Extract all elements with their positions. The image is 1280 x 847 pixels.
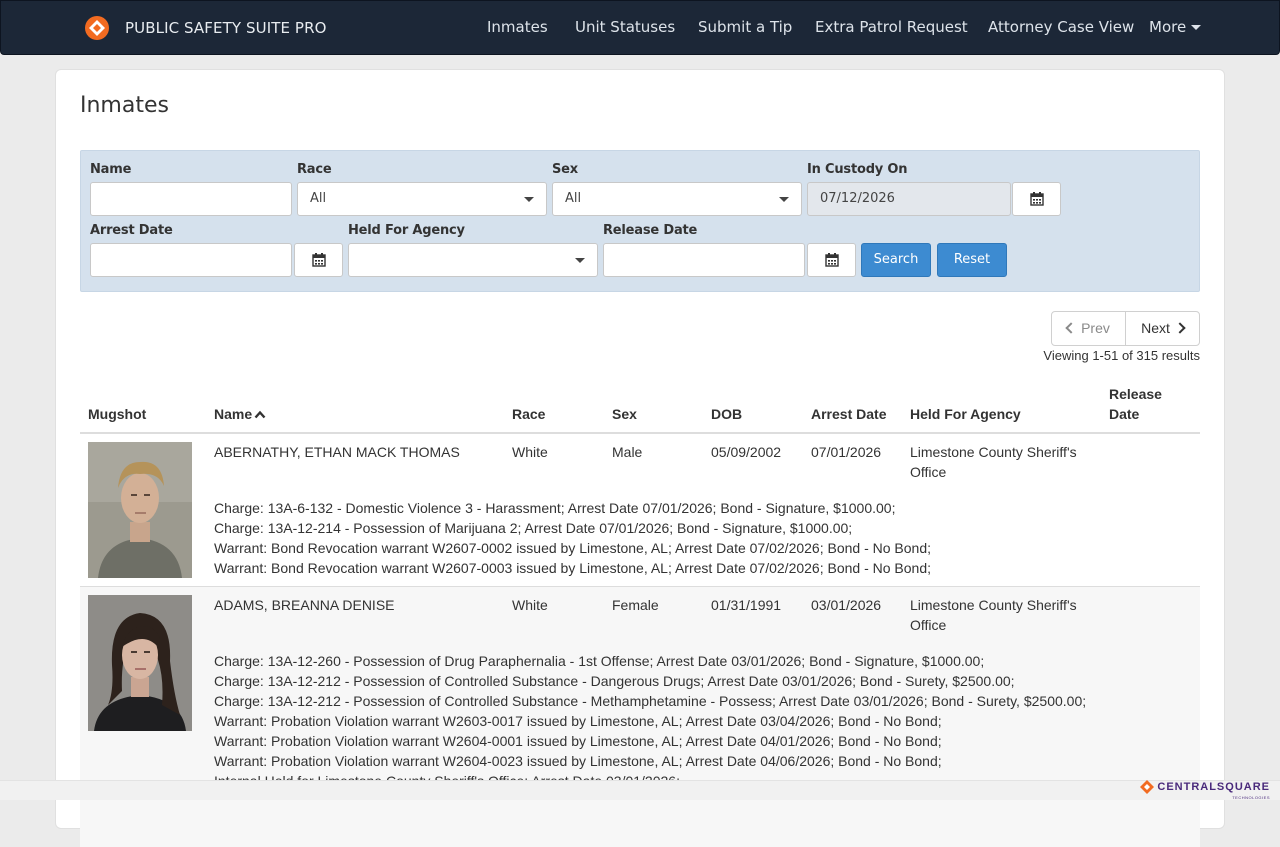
in-custody-date-input[interactable]: 07/12/2026 (807, 182, 1011, 216)
inmate-held-for-agency-line2: Office (910, 464, 947, 480)
page-title: Inmates (80, 93, 169, 118)
mugshot-photo-icon (88, 442, 192, 578)
inmate-race: White (512, 597, 548, 613)
warrant-line: Warrant: Bond Revocation warrant W2607-0… (214, 540, 932, 556)
mugshot-image[interactable] (88, 442, 192, 578)
column-header-release-date-line1[interactable]: Release (1109, 386, 1162, 402)
charge-line: Charge: 13A-12-212 - Possession of Contr… (214, 673, 1015, 689)
nav-more-label: More (1149, 18, 1187, 36)
arrest-date-calendar-button[interactable] (294, 243, 343, 277)
nav-inmates[interactable]: Inmates (487, 18, 548, 36)
race-select[interactable]: All (297, 182, 547, 216)
nav-attorney-case-view[interactable]: Attorney Case View (988, 18, 1134, 36)
race-value: All (310, 191, 327, 206)
main-panel: Inmates Name Race All Sex All In Custody… (55, 69, 1225, 847)
brand-name[interactable]: PUBLIC SAFETY SUITE PRO (125, 19, 327, 37)
footer-bar (0, 780, 1280, 800)
sort-ascending-icon (254, 410, 266, 419)
inmate-name[interactable]: ABERNATHY, ETHAN MACK THOMAS (214, 442, 460, 462)
name-input[interactable] (90, 182, 292, 216)
centralsquare-logo[interactable]: CENTRALSQUARE TECHNOLOGIES (1140, 780, 1270, 800)
warrant-line: Warrant: Probation Violation warrant W26… (214, 733, 942, 749)
release-date-input[interactable] (603, 243, 805, 277)
held-for-agency-select[interactable] (348, 243, 598, 277)
inmate-held-for-agency-line1: Limestone County Sheriff's (910, 597, 1077, 613)
nav-unit-statuses[interactable]: Unit Statuses (575, 18, 675, 36)
top-navbar: PUBLIC SAFETY SUITE PRO Inmates Unit Sta… (0, 0, 1280, 55)
charge-line: Charge: 13A-6-132 - Domestic Violence 3 … (214, 500, 896, 516)
charge-line: Charge: 13A-12-260 - Possession of Drug … (214, 653, 985, 669)
column-header-race[interactable]: Race (512, 406, 545, 422)
calendar-icon (824, 253, 839, 267)
next-page-button[interactable]: Next (1125, 311, 1200, 346)
centralsquare-logo-icon (1140, 780, 1155, 794)
inmate-race: White (512, 444, 548, 460)
in-custody-calendar-button[interactable] (1012, 182, 1061, 216)
in-custody-label: In Custody On (807, 162, 908, 177)
sex-label: Sex (552, 162, 578, 177)
column-header-held-for-agency[interactable]: Held For Agency (910, 406, 1021, 422)
chevron-right-icon (1174, 322, 1186, 334)
mugshot-photo-icon (88, 595, 192, 731)
centralsquare-logo-subtext: TECHNOLOGIES (1232, 795, 1270, 800)
held-for-agency-label: Held For Agency (348, 223, 465, 238)
inmate-name[interactable]: ADAMS, BREANNA DENISE (214, 595, 395, 615)
chevron-down-icon (779, 197, 789, 202)
results-summary: Viewing 1-51 of 315 results (1043, 348, 1200, 363)
calendar-icon (311, 253, 326, 267)
inmate-dob: 01/31/1991 (711, 597, 782, 613)
column-header-arrest-date[interactable]: Arrest Date (811, 406, 886, 422)
inmate-held-for-agency-line1: Limestone County Sheriff's (910, 444, 1077, 460)
sex-value: All (565, 191, 582, 206)
brand-logo-icon[interactable] (84, 15, 110, 41)
arrest-date-input[interactable] (90, 243, 292, 277)
next-label: Next (1141, 320, 1170, 336)
prev-page-button[interactable]: Prev (1051, 311, 1126, 346)
centralsquare-logo-text: CENTRALSQUARE (1157, 780, 1270, 793)
warrant-line: Warrant: Probation Violation warrant W26… (214, 713, 942, 729)
mugshot-image[interactable] (88, 595, 192, 731)
reset-button[interactable]: Reset (937, 243, 1007, 277)
inmate-dob: 05/09/2002 (711, 444, 782, 460)
arrest-date-label: Arrest Date (90, 223, 173, 238)
warrant-line: Warrant: Bond Revocation warrant W2607-0… (214, 560, 932, 576)
column-header-dob[interactable]: DOB (711, 406, 742, 422)
caret-down-icon (1191, 25, 1202, 30)
calendar-icon (1029, 192, 1044, 206)
sex-select[interactable]: All (552, 182, 802, 216)
column-header-name[interactable]: Name (214, 406, 266, 422)
filter-form: Name Race All Sex All In Custody On 07/1… (80, 150, 1200, 292)
chevron-down-icon (524, 197, 534, 202)
inmate-sex: Female (612, 597, 659, 613)
chevron-down-icon (575, 258, 585, 263)
charge-line: Charge: 13A-12-212 - Possession of Contr… (214, 693, 1087, 709)
warrant-line: Warrant: Probation Violation warrant W26… (214, 753, 942, 769)
column-header-sex[interactable]: Sex (612, 406, 637, 422)
release-date-calendar-button[interactable] (807, 243, 856, 277)
race-label: Race (297, 162, 332, 177)
nav-more-dropdown[interactable]: More (1149, 18, 1202, 36)
nav-submit-tip[interactable]: Submit a Tip (698, 18, 792, 36)
column-header-name-label: Name (214, 406, 253, 422)
inmate-sex: Male (612, 444, 643, 460)
charge-line: Charge: 13A-12-214 - Possession of Marij… (214, 520, 853, 536)
column-header-mugshot: Mugshot (88, 406, 147, 422)
inmate-arrest-date: 03/01/2026 (811, 597, 882, 613)
release-date-label: Release Date (603, 223, 698, 238)
name-label: Name (90, 162, 132, 177)
chevron-left-icon (1065, 322, 1077, 334)
search-button[interactable]: Search (861, 243, 931, 277)
prev-label: Prev (1081, 320, 1110, 336)
inmate-arrest-date: 07/01/2026 (811, 444, 882, 460)
column-header-release-date-line2[interactable]: Date (1109, 406, 1139, 422)
nav-extra-patrol-request[interactable]: Extra Patrol Request (815, 18, 968, 36)
inmate-held-for-agency-line2: Office (910, 617, 947, 633)
